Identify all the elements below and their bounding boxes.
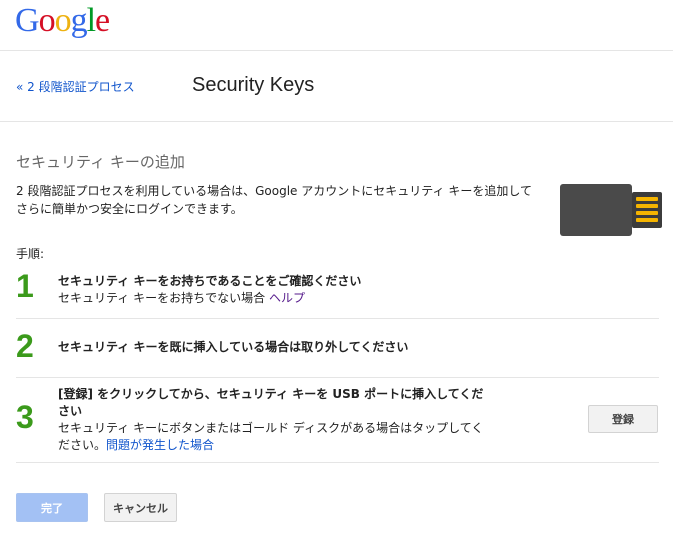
page-title: Security Keys [192, 74, 315, 96]
step-subtext: セキュリティ キーにボタンまたはゴールド ディスクがある場合はタップしてください… [58, 420, 488, 454]
trouble-link[interactable]: 問題が発生した場合 [106, 438, 214, 452]
back-to-2sv-link[interactable]: « 2 段階認証プロセス [16, 78, 135, 95]
steps-label: 手順: [16, 247, 45, 261]
google-logo: Google [15, 2, 110, 40]
step-text: [登録] をクリックしてから、セキュリティ キーを USB ポートに挿入してくだ… [58, 386, 488, 454]
step-divider [16, 377, 659, 378]
help-link[interactable]: ヘルプ [269, 291, 305, 305]
step-divider [16, 318, 659, 319]
step-title: セキュリティ キーを既に挿入している場合は取り外してください [58, 340, 409, 354]
header-divider [0, 50, 673, 51]
step-text: セキュリティ キーを既に挿入している場合は取り外してください [58, 339, 408, 356]
step-subtext: セキュリティ キーをお持ちでない場合 ヘルプ [58, 290, 361, 307]
step-title: [登録] をクリックしてから、セキュリティ キーを USB ポートに挿入してくだ… [58, 387, 484, 418]
step-title: セキュリティ キーをお持ちであることをご確認ください [58, 274, 362, 288]
logo-letter: o [38, 2, 56, 39]
logo-letter: e [95, 2, 110, 39]
intro-text: 2 段階認証プロセスを利用している場合は、Google アカウントにセキュリティ… [16, 184, 532, 216]
step-text: セキュリティ キーをお持ちであることをご確認ください セキュリティ キーをお持ち… [58, 273, 361, 307]
usb-security-key-icon [560, 184, 662, 236]
logo-letter: l [86, 2, 97, 39]
step-number: 2 [16, 328, 34, 364]
step-number: 3 [16, 399, 34, 435]
done-button[interactable]: 完了 [16, 493, 88, 522]
step-sub: セキュリティ キーをお持ちでない場合 [58, 291, 266, 305]
cancel-button[interactable]: キャンセル [104, 493, 177, 522]
title-divider [0, 121, 673, 122]
step-divider [16, 462, 659, 463]
logo-letter: G [15, 2, 40, 39]
step-number: 1 [16, 268, 34, 304]
register-button[interactable]: 登録 [588, 405, 658, 433]
logo-letter: g [70, 2, 88, 39]
logo-letter: o [54, 2, 72, 39]
section-title: セキュリティ キーの追加 [16, 153, 185, 171]
